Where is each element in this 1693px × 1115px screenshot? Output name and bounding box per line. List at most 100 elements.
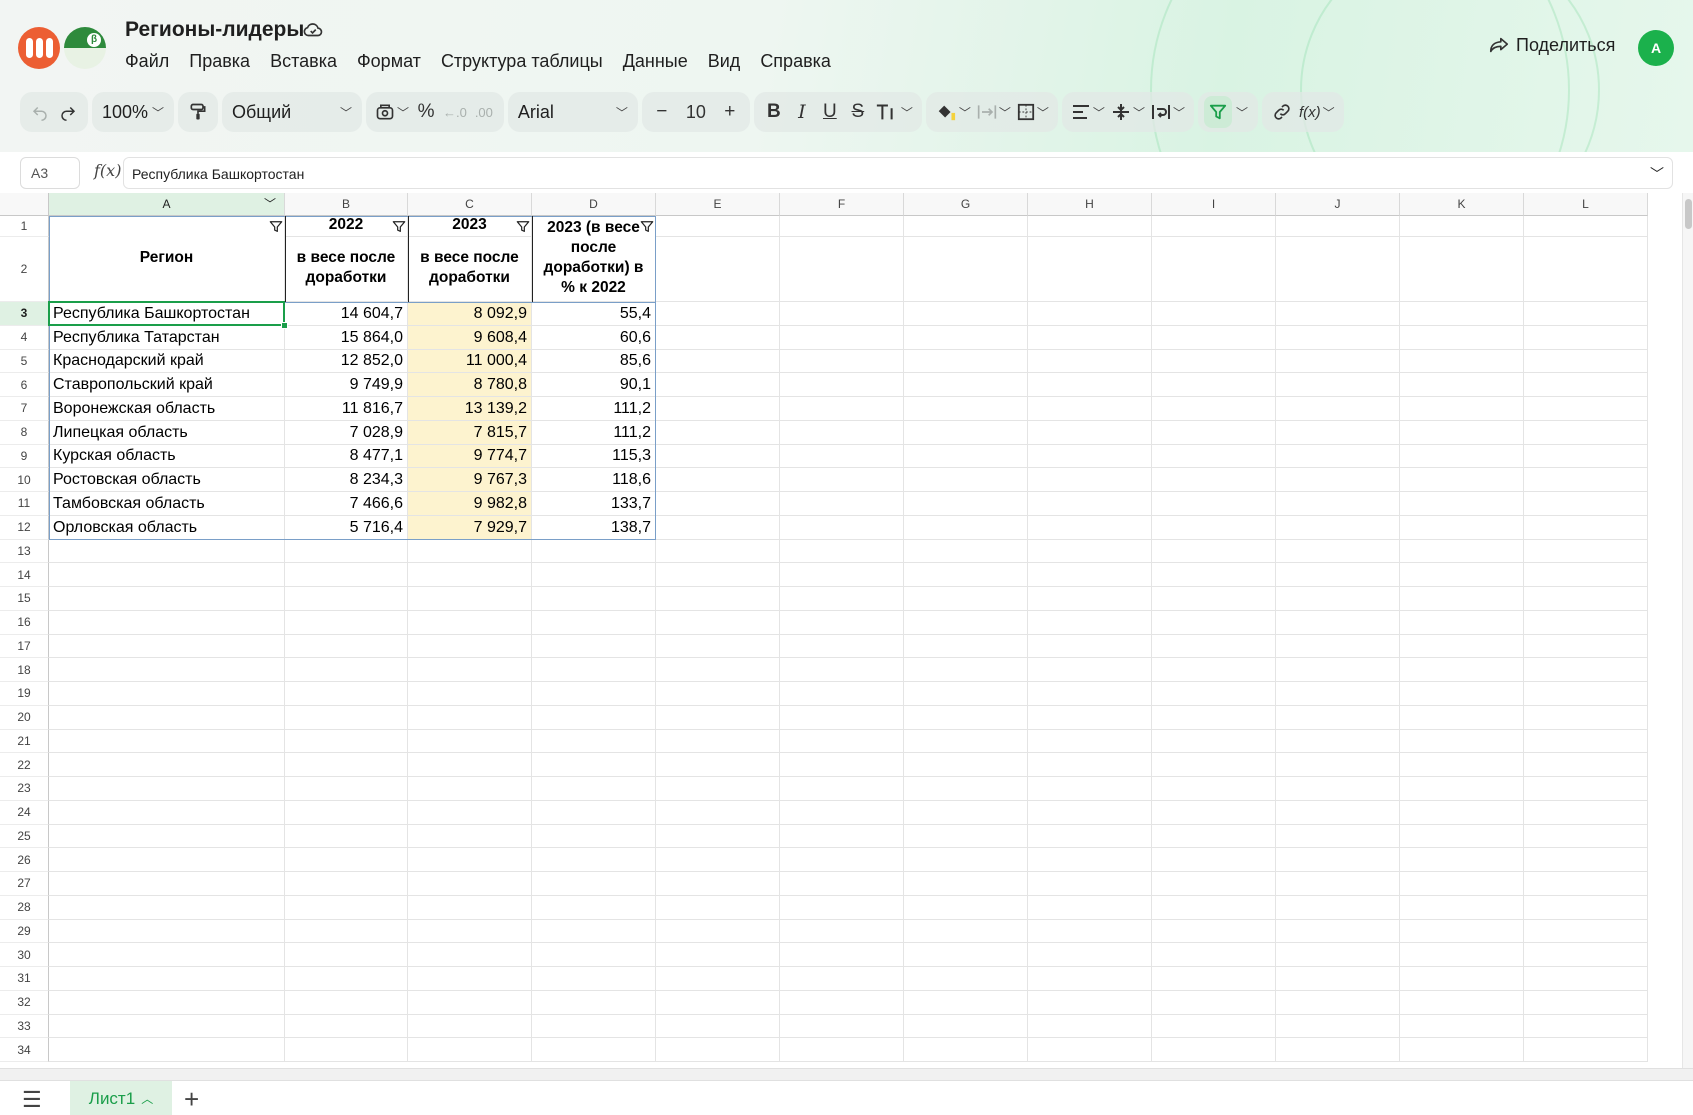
grid-cell[interactable] [780,943,904,967]
grid-cell[interactable] [285,777,408,801]
grid-cell[interactable] [1400,990,1524,1015]
grid-cell[interactable] [1524,705,1648,730]
grid-cell[interactable] [408,682,532,706]
grid-cell[interactable] [656,216,780,237]
insert-function-button[interactable]: f(x) ﹀ [1296,96,1338,128]
grid-cell[interactable] [1400,895,1524,920]
cell-value-2022[interactable]: 15 864,0 [285,325,408,350]
currency-button[interactable]: ﹀ [372,96,412,128]
row-header[interactable]: 15 [0,587,49,611]
row-header[interactable]: 8 [0,420,49,445]
grid-cell[interactable] [1028,777,1152,801]
grid-cell[interactable] [49,610,285,635]
header-cell-percent[interactable]: 2023 (в весе после доработки) в % к 2022 [532,216,656,302]
grid-cell[interactable] [1524,216,1648,237]
filter-button[interactable] [1203,96,1232,128]
grid-cell[interactable] [1400,919,1524,944]
grid-cell[interactable] [1400,1014,1524,1039]
grid-cell[interactable] [1524,967,1648,991]
grid-cell[interactable] [780,373,904,397]
grid-cell[interactable] [1524,610,1648,635]
menu-table-structure[interactable]: Структура таблицы [441,51,603,72]
grid-cell[interactable] [656,515,780,540]
grid-cell[interactable] [49,563,285,587]
grid-cell[interactable] [904,872,1028,896]
grid-cell[interactable] [1276,967,1400,991]
row-header[interactable]: 31 [0,967,49,991]
row-header[interactable]: 14 [0,563,49,587]
grid-cell[interactable] [1152,587,1276,611]
grid-cell[interactable] [1028,492,1152,516]
grid-cell[interactable] [1276,420,1400,445]
column-header-e[interactable]: E [656,193,780,216]
grid-cell[interactable] [904,325,1028,350]
grid-cell[interactable] [1152,397,1276,421]
grid-cell[interactable] [1524,373,1648,397]
grid-cell[interactable] [285,895,408,920]
cell-percent[interactable]: 115,3 [532,444,656,469]
row-header[interactable]: 24 [0,800,49,825]
grid-cell[interactable] [1524,895,1648,920]
grid-cell[interactable] [1400,610,1524,635]
grid-cell[interactable] [1276,349,1400,374]
grid-cell[interactable] [1152,634,1276,659]
spreadsheet-grid[interactable]: A ﹀ B C D E F G H I J K L 1 2 3 4 5 6 7 8 9 10 11 12 13 14 15 16 17 18… [0,193,1693,1068]
insert-link-button[interactable] [1268,96,1296,128]
grid-cell[interactable] [1524,420,1648,445]
grid-cell[interactable] [1152,990,1276,1015]
row-header[interactable]: 11 [0,492,49,516]
redo-button[interactable] [54,96,82,128]
grid-cell[interactable] [1152,800,1276,825]
increase-font-size-button[interactable]: + [716,96,744,128]
column-header-h[interactable]: H [1028,193,1152,216]
cell-region[interactable]: Воронежская область [49,397,285,421]
decrease-font-size-button[interactable]: − [648,96,676,128]
cell-percent[interactable]: 55,4 [532,302,656,326]
grid-cell[interactable] [1400,705,1524,730]
grid-cell[interactable] [408,777,532,801]
grid-cell[interactable] [285,1014,408,1039]
grid-cell[interactable] [1400,539,1524,564]
grid-cell[interactable] [1400,515,1524,540]
grid-cell[interactable] [532,895,656,920]
horizontal-scrollbar[interactable] [0,1068,1693,1080]
grid-cell[interactable] [656,895,780,920]
grid-cell[interactable] [1028,373,1152,397]
grid-cell[interactable] [408,705,532,730]
function-icon[interactable]: f(x) [94,161,121,180]
grid-cell[interactable] [780,872,904,896]
menu-help[interactable]: Справка [760,51,831,72]
grid-cell[interactable] [656,1014,780,1039]
row-header[interactable]: 33 [0,1014,49,1039]
row-header[interactable]: 9 [0,444,49,469]
grid-cell[interactable] [904,967,1028,991]
grid-cell[interactable] [1276,492,1400,516]
grid-cell[interactable] [904,705,1028,730]
grid-cell[interactable] [1152,872,1276,896]
cell-value-2023[interactable]: 9 982,8 [408,492,532,516]
row-header[interactable]: 21 [0,729,49,754]
grid-cell[interactable] [285,800,408,825]
grid-cell[interactable] [49,777,285,801]
grid-cell[interactable] [780,848,904,872]
grid-cell[interactable] [49,919,285,944]
cell-percent[interactable]: 90,1 [532,373,656,397]
grid-cell[interactable] [656,705,780,730]
grid-cell[interactable] [408,610,532,635]
grid-cell[interactable] [1152,373,1276,397]
grid-cell[interactable] [1152,420,1276,445]
grid-cell[interactable] [1400,848,1524,872]
column-header-c[interactable]: C [408,193,532,216]
grid-cell[interactable] [532,729,656,754]
grid-cell[interactable] [1524,237,1648,302]
grid-cell[interactable] [1028,895,1152,920]
grid-cell[interactable] [780,539,904,564]
grid-cell[interactable] [1524,824,1648,849]
grid-cell[interactable] [1028,872,1152,896]
grid-cell[interactable] [1400,216,1524,237]
sheet-tab[interactable]: Лист1 ︿ [70,1081,172,1115]
grid-cell[interactable] [49,634,285,659]
chevron-up-icon[interactable]: ︿ [141,1090,153,1107]
row-header[interactable]: 16 [0,610,49,635]
row-header[interactable]: 5 [0,349,49,374]
